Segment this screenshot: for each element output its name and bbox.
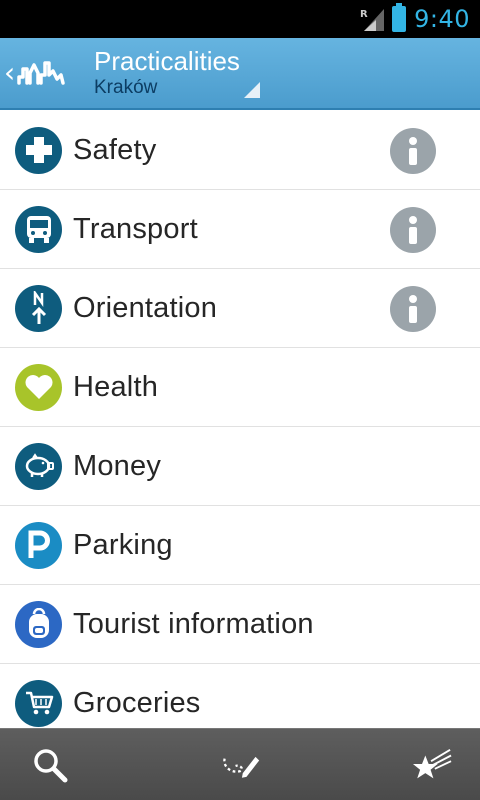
- piggy-bank-icon: [15, 442, 62, 490]
- list-item-parking[interactable]: Parking: [0, 506, 480, 585]
- favorites-button[interactable]: [412, 745, 452, 785]
- city-skyline-logo-icon: [17, 53, 65, 93]
- signal-roaming-icon: R: [360, 7, 385, 31]
- list-item-orientation[interactable]: Orientation: [0, 269, 480, 348]
- home-up-button[interactable]: ‹: [0, 38, 80, 108]
- info-icon[interactable]: [390, 207, 436, 253]
- item-label: Money: [73, 449, 162, 482]
- info-icon[interactable]: [390, 128, 436, 174]
- shopping-cart-icon: [15, 679, 62, 727]
- list-item-safety[interactable]: Safety: [0, 111, 480, 190]
- list-item-transport[interactable]: Transport: [0, 190, 480, 269]
- search-icon: [34, 748, 68, 782]
- search-button[interactable]: [30, 745, 70, 785]
- location-spinner[interactable]: Practicalities Kraków: [80, 38, 260, 108]
- battery-full-icon: [392, 3, 407, 32]
- bottom-toolbar: [0, 728, 480, 800]
- starred-icon: [412, 748, 452, 778]
- page-title: Practicalities: [94, 46, 240, 76]
- heart-icon: [15, 363, 62, 411]
- svg-text:R: R: [360, 9, 368, 20]
- bus-icon: [15, 205, 62, 253]
- route-pencil-icon: [223, 756, 260, 778]
- list-item-groceries[interactable]: Groceries: [0, 664, 480, 728]
- item-label: Safety: [73, 133, 157, 166]
- list-item-tourist-information[interactable]: Tourist information: [0, 585, 480, 664]
- item-label: Health: [73, 370, 159, 403]
- item-label: Tourist information: [73, 607, 314, 640]
- info-icon[interactable]: [390, 286, 436, 332]
- parking-p-icon: [15, 521, 62, 569]
- route-button[interactable]: [221, 745, 261, 785]
- backpack-icon: [15, 600, 62, 648]
- list-item-health[interactable]: Health: [0, 348, 480, 427]
- city-subtitle: Kraków: [94, 77, 158, 98]
- item-label: Parking: [73, 528, 173, 561]
- north-arrow-icon: [15, 284, 62, 332]
- item-label: Groceries: [73, 686, 201, 719]
- dropdown-indicator-icon: [244, 82, 260, 98]
- item-label: Orientation: [73, 291, 218, 324]
- clock: 9:40: [414, 5, 470, 33]
- plus-cross-icon: [15, 126, 62, 174]
- item-label: Transport: [73, 212, 198, 245]
- chevron-left-icon: ‹: [4, 56, 16, 89]
- category-list: Safety Transport Orientation Health Mone…: [0, 111, 480, 728]
- list-item-money[interactable]: Money: [0, 427, 480, 506]
- status-bar: R 9:40: [0, 0, 480, 38]
- action-bar: ‹ Practicalities Kraków: [0, 38, 480, 110]
